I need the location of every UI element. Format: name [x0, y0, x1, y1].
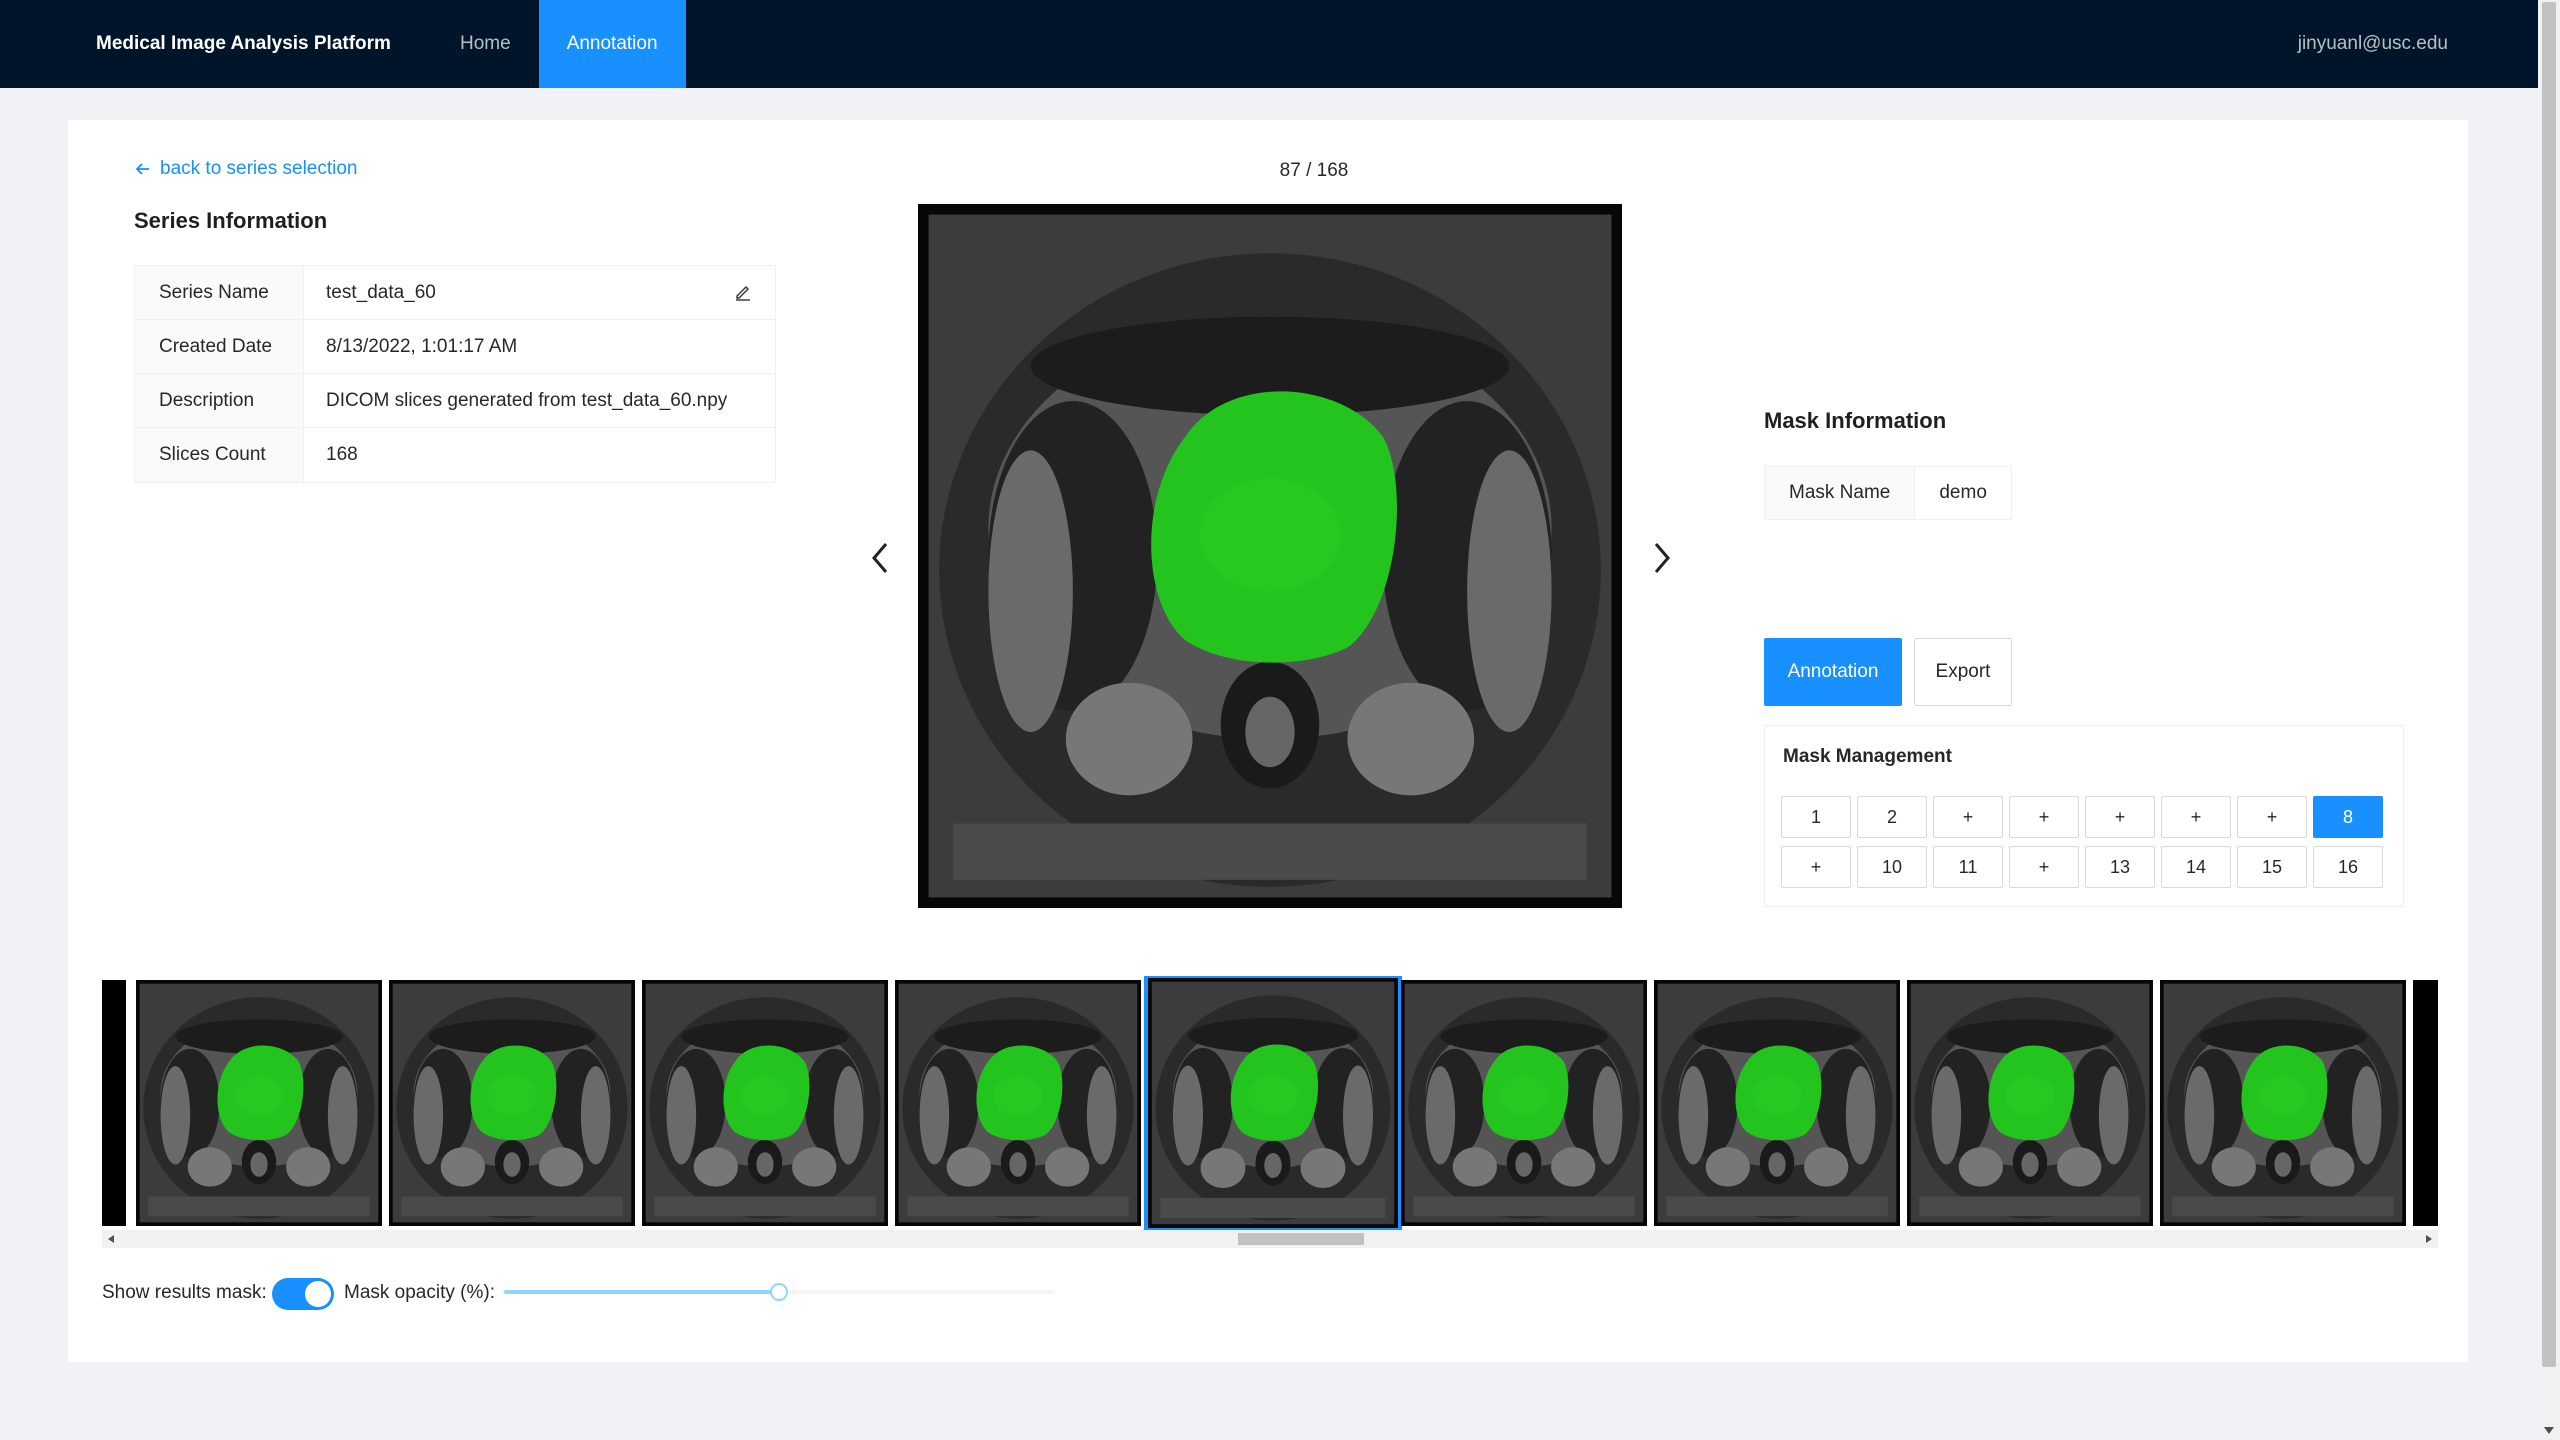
toggle-knob [305, 1281, 331, 1307]
thumbnail-partial[interactable] [2413, 980, 2438, 1226]
mask-slot-button[interactable]: 15 [2237, 846, 2307, 888]
back-to-series-link[interactable]: back to series selection [134, 158, 358, 180]
series-name-label: Series Name [135, 266, 304, 319]
back-link-label: back to series selection [160, 158, 358, 179]
created-date-row: Created Date 8/13/2022, 1:01:17 AM [135, 320, 775, 374]
slice-thumbnail[interactable] [642, 980, 888, 1226]
series-name-cell: test_data_60 [304, 266, 775, 319]
thumbnail-image [1907, 980, 2153, 1226]
series-name-row: Series Name test_data_60 [135, 266, 775, 320]
thumbnail-strip[interactable] [102, 976, 2438, 1248]
mask-slot-button[interactable]: 16 [2313, 846, 2383, 888]
annotation-button[interactable]: Annotation [1764, 638, 1902, 706]
mask-name-label: Mask Name [1765, 467, 1916, 519]
chevron-left-icon [872, 543, 888, 573]
series-info-table: Series Name test_data_60 Created Date 8/… [134, 265, 776, 483]
slice-thumbnail[interactable] [895, 980, 1141, 1226]
mri-image [918, 204, 1622, 908]
user-email[interactable]: jinyuanl@usc.edu [2298, 0, 2538, 88]
show-mask-label: Show results mask: [102, 1282, 267, 1303]
slice-thumbnail[interactable] [1401, 980, 1647, 1226]
add-mask-slot-button[interactable]: + [1781, 846, 1851, 888]
created-date-value: 8/13/2022, 1:01:17 AM [326, 335, 518, 357]
description-value: DICOM slices generated from test_data_60… [326, 389, 728, 411]
nav-home[interactable]: Home [432, 0, 539, 88]
series-info-title: Series Information [134, 208, 328, 233]
thumbnail-partial[interactable] [102, 980, 126, 1226]
add-mask-slot-button[interactable]: + [1933, 796, 2003, 838]
add-mask-slot-button[interactable]: + [2161, 796, 2231, 838]
page-scrollbar[interactable] [2538, 0, 2560, 1440]
edit-icon[interactable] [733, 282, 753, 302]
prev-slice-button[interactable] [866, 538, 896, 578]
slices-count-row: Slices Count 168 [135, 428, 775, 482]
slice-thumbnail[interactable] [1144, 976, 1402, 1232]
add-mask-slot-button[interactable]: + [2009, 796, 2079, 838]
nav-annotation[interactable]: Annotation [538, 0, 686, 88]
thumbnail-image [1401, 980, 1647, 1226]
export-button[interactable]: Export [1914, 638, 2012, 706]
mri-viewer[interactable] [918, 204, 1622, 908]
created-date-label: Created Date [135, 320, 304, 373]
thumbnail-scrollbar[interactable] [102, 1230, 2438, 1248]
top-nav-bar: Medical Image Analysis Platform Home Ann… [0, 0, 2538, 88]
mask-slot-button[interactable]: 2 [1857, 796, 1927, 838]
next-slice-button[interactable] [1646, 538, 1676, 578]
mask-info-title: Mask Information [1764, 408, 1947, 433]
add-mask-slot-button[interactable]: + [2237, 796, 2307, 838]
mask-slot-button[interactable]: 1 [1781, 796, 1851, 838]
mask-slot-grid: 1 2 + + + + +8 +10 11 +13 14 15 16 [1781, 796, 2383, 888]
series-name-value: test_data_60 [326, 281, 436, 303]
slice-thumbnail[interactable] [136, 980, 382, 1226]
description-label: Description [135, 374, 304, 427]
add-mask-slot-button[interactable]: + [2009, 846, 2079, 888]
app-title: Medical Image Analysis Platform [96, 33, 391, 54]
mask-info-table: Mask Name demo [1764, 466, 2012, 520]
slider-handle[interactable] [770, 1283, 788, 1301]
slice-thumbnail[interactable] [2160, 980, 2406, 1226]
mask-slot-button[interactable]: 8 [2313, 796, 2383, 838]
show-mask-toggle[interactable] [272, 1278, 334, 1310]
mask-management-title: Mask Management [1783, 746, 1952, 767]
mask-management-panel: Mask Management 1 2 + + + + +8 +10 11 +13 14 15 16 [1764, 725, 2404, 907]
mask-opacity-slider[interactable] [504, 1282, 1054, 1302]
thumbnail-image [642, 980, 888, 1226]
scroll-down-arrow-icon[interactable] [2544, 1427, 2554, 1434]
slice-thumbnail[interactable] [1654, 980, 1900, 1226]
thumbnail-image [1654, 980, 1900, 1226]
thumbnail-scrollbar-thumb[interactable] [1238, 1233, 1364, 1245]
thumbnail-image [2160, 980, 2406, 1226]
mask-name-value: demo [1939, 482, 1987, 503]
mask-slot-button[interactable]: 11 [1933, 846, 2003, 888]
thumbnail-image [1148, 978, 1398, 1228]
scroll-left-arrow-icon[interactable] [108, 1235, 114, 1243]
slice-thumbnail[interactable] [389, 980, 635, 1226]
mask-slot-button[interactable]: 13 [2085, 846, 2155, 888]
page-scrollbar-thumb[interactable] [2542, 2, 2556, 1367]
chevron-right-icon [1654, 543, 1670, 573]
scroll-right-arrow-icon[interactable] [2426, 1235, 2432, 1243]
content-card: back to series selection Series Informat… [68, 120, 2468, 1362]
arrow-left-icon [135, 163, 149, 175]
thumbnail-image [389, 980, 635, 1226]
add-mask-slot-button[interactable]: + [2085, 796, 2155, 838]
slices-count-value: 168 [326, 444, 358, 465]
slices-count-label: Slices Count [135, 428, 304, 482]
mask-opacity-label: Mask opacity (%): [344, 1282, 495, 1303]
slice-counter: 87 / 168 [1279, 160, 1349, 181]
mask-slot-button[interactable]: 14 [2161, 846, 2231, 888]
thumbnail-image [136, 980, 382, 1226]
thumbnail-image [895, 980, 1141, 1226]
description-row: Description DICOM slices generated from … [135, 374, 775, 428]
mask-slot-button[interactable]: 10 [1857, 846, 1927, 888]
slider-track [504, 1290, 779, 1294]
slice-thumbnail[interactable] [1907, 980, 2153, 1226]
